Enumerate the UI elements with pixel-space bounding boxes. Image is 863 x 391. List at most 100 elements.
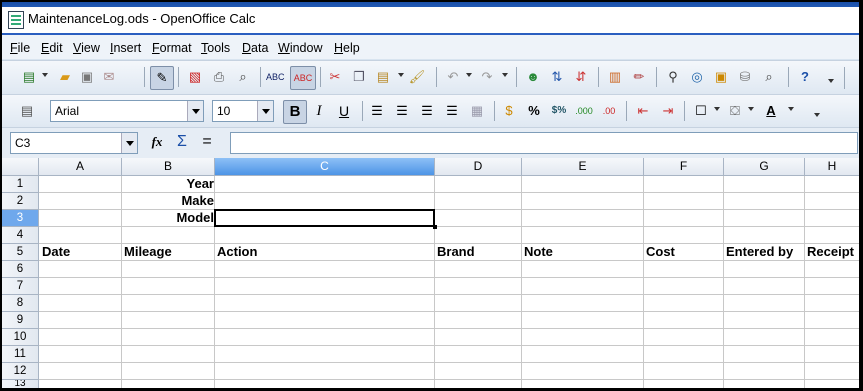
column-header-g[interactable]: G bbox=[724, 158, 805, 176]
hyperlink-icon[interactable]: ☻ bbox=[524, 68, 542, 86]
column-header-f[interactable]: F bbox=[644, 158, 724, 176]
number-format-percent-icon[interactable]: % bbox=[525, 102, 543, 120]
function-wizard-icon[interactable]: fx bbox=[148, 133, 166, 151]
cell-g5[interactable]: Entered by bbox=[726, 244, 793, 260]
cell-c5[interactable]: Action bbox=[217, 244, 257, 260]
export-pdf-icon[interactable]: ▧ bbox=[186, 68, 204, 86]
row-header-13[interactable]: 13 bbox=[2, 380, 39, 388]
menu-window[interactable]: Window bbox=[278, 41, 322, 55]
row-header-2[interactable]: 2 bbox=[2, 193, 39, 210]
fill-handle[interactable] bbox=[433, 225, 437, 229]
new-document-icon[interactable]: ▤ bbox=[20, 68, 38, 86]
column-header-c[interactable]: C bbox=[215, 158, 435, 176]
formula-input[interactable] bbox=[230, 132, 858, 154]
cut-icon[interactable]: ✂ bbox=[326, 68, 344, 86]
sort-ascending-icon[interactable]: ⇅ bbox=[548, 68, 566, 86]
row-header-5[interactable]: 5 bbox=[2, 244, 39, 261]
increase-indent-icon[interactable]: ⇥ bbox=[659, 102, 677, 120]
calc-app-icon[interactable] bbox=[8, 11, 24, 29]
undo-icon[interactable]: ↶ bbox=[444, 68, 462, 86]
menu-data[interactable]: Data bbox=[242, 41, 268, 55]
sum-icon[interactable]: Σ bbox=[173, 133, 191, 151]
row-header-1[interactable]: 1 bbox=[2, 176, 39, 193]
email-icon[interactable]: ✉ bbox=[100, 68, 118, 86]
cell-b2[interactable]: Make bbox=[122, 193, 214, 209]
cell-b3[interactable]: Model bbox=[122, 210, 214, 226]
number-format-standard-icon[interactable]: $% bbox=[550, 102, 568, 120]
toolbar-options-arrow[interactable] bbox=[828, 79, 834, 83]
navigator-icon[interactable]: ◎ bbox=[688, 68, 706, 86]
borders-dropdown-arrow[interactable] bbox=[714, 107, 720, 111]
menu-edit[interactable]: Edit bbox=[41, 41, 63, 55]
font-color-icon[interactable]: A bbox=[762, 102, 780, 120]
row-header-8[interactable]: 8 bbox=[2, 295, 39, 312]
page-preview-icon[interactable]: ⌕ bbox=[234, 68, 252, 86]
italic-button[interactable]: I bbox=[310, 102, 328, 120]
row-header-12[interactable]: 12 bbox=[2, 363, 39, 380]
open-folder-icon[interactable]: ▰ bbox=[56, 68, 74, 86]
menu-tools[interactable]: Tools bbox=[201, 41, 230, 55]
borders-icon[interactable]: ☐ bbox=[692, 102, 710, 120]
row-header-3[interactable]: 3 bbox=[2, 210, 39, 227]
column-header-b[interactable]: B bbox=[122, 158, 215, 176]
copy-icon[interactable]: ❐ bbox=[350, 68, 368, 86]
align-center-icon[interactable]: ☰ bbox=[393, 102, 411, 120]
cell-d5[interactable]: Brand bbox=[437, 244, 475, 260]
cell-e5[interactable]: Note bbox=[524, 244, 553, 260]
background-color-dropdown-arrow[interactable] bbox=[748, 107, 754, 111]
spellcheck-icon[interactable]: ABC bbox=[266, 68, 285, 86]
column-header-d[interactable]: D bbox=[435, 158, 522, 176]
paste-icon[interactable]: ▤ bbox=[374, 68, 392, 86]
cell-a5[interactable]: Date bbox=[42, 244, 70, 260]
justify-icon[interactable]: ☰ bbox=[443, 102, 461, 120]
redo-dropdown-arrow[interactable] bbox=[502, 73, 508, 77]
menu-insert[interactable]: Insert bbox=[110, 41, 141, 55]
merge-cells-icon[interactable]: ▦ bbox=[468, 102, 486, 120]
select-all-corner[interactable] bbox=[2, 158, 39, 176]
column-header-a[interactable]: A bbox=[39, 158, 122, 176]
show-draw-functions-icon[interactable]: ✏ bbox=[630, 68, 648, 86]
font-name-dropdown-button[interactable] bbox=[187, 101, 203, 121]
cell-b1[interactable]: Year bbox=[122, 176, 214, 192]
background-color-icon[interactable]: ⛋ bbox=[726, 102, 744, 120]
font-color-dropdown-arrow[interactable] bbox=[788, 107, 794, 111]
row-header-7[interactable]: 7 bbox=[2, 278, 39, 295]
column-header-h[interactable]: H bbox=[805, 158, 859, 176]
insert-chart-icon[interactable]: ▥ bbox=[606, 68, 624, 86]
name-box[interactable]: C3 bbox=[10, 132, 138, 154]
underline-button[interactable]: U bbox=[335, 102, 353, 120]
redo-icon[interactable]: ↷ bbox=[478, 68, 496, 86]
font-name-combo[interactable]: Arial bbox=[50, 100, 204, 122]
add-decimal-place-icon[interactable]: .000 bbox=[575, 102, 593, 120]
row-header-10[interactable]: 10 bbox=[2, 329, 39, 346]
row-header-11[interactable]: 11 bbox=[2, 346, 39, 363]
toolbar-options-arrow[interactable] bbox=[814, 113, 820, 117]
print-icon[interactable]: ⎙ bbox=[210, 68, 228, 86]
styles-formatting-icon[interactable]: ▤ bbox=[18, 102, 36, 120]
gallery-icon[interactable]: ▣ bbox=[712, 68, 730, 86]
undo-dropdown-arrow[interactable] bbox=[466, 73, 472, 77]
function-icon[interactable]: = bbox=[198, 133, 216, 151]
edit-file-icon[interactable]: ✎ bbox=[150, 66, 174, 90]
paste-dropdown-arrow[interactable] bbox=[398, 73, 404, 77]
menu-view[interactable]: View bbox=[73, 41, 100, 55]
save-icon[interactable]: ▣ bbox=[78, 68, 96, 86]
find-replace-icon[interactable]: ⚲ bbox=[664, 68, 682, 86]
row-header-4[interactable]: 4 bbox=[2, 227, 39, 244]
bold-button[interactable]: B bbox=[283, 100, 307, 124]
align-left-icon[interactable]: ☰ bbox=[368, 102, 386, 120]
number-format-currency-icon[interactable]: $ bbox=[500, 102, 518, 120]
menu-format[interactable]: Format bbox=[152, 41, 192, 55]
font-size-combo[interactable]: 10 bbox=[212, 100, 274, 122]
column-header-e[interactable]: E bbox=[522, 158, 644, 176]
cell-f5[interactable]: Cost bbox=[646, 244, 675, 260]
help-icon[interactable]: ? bbox=[796, 68, 814, 86]
format-paintbrush-icon[interactable]: 🖌 bbox=[408, 68, 426, 86]
active-cell-cursor[interactable] bbox=[214, 209, 437, 229]
row-header-6[interactable]: 6 bbox=[2, 261, 39, 278]
delete-decimal-place-icon[interactable]: .00 bbox=[600, 102, 618, 120]
cell-b5[interactable]: Mileage bbox=[124, 244, 172, 260]
font-size-dropdown-button[interactable] bbox=[257, 101, 273, 121]
spreadsheet-grid[interactable]: A B C D E F G H 1 2 3 4 5 6 7 8 9 10 11 … bbox=[2, 158, 859, 388]
menu-file[interactable]: File bbox=[10, 41, 30, 55]
